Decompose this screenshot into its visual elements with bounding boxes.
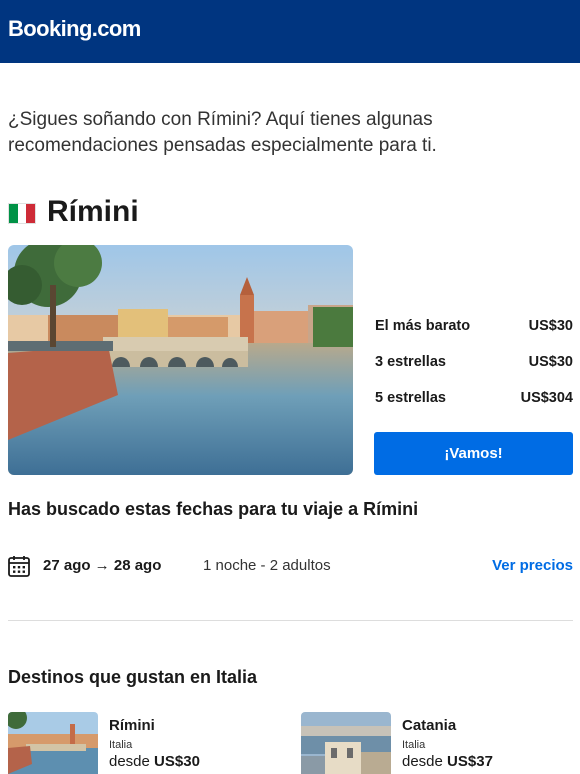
price-row-3-stars: 3 estrellas US$30 xyxy=(375,354,573,370)
date-range: 27 ago → 28 ago xyxy=(43,557,162,574)
price-label: 5 estrellas xyxy=(375,390,446,406)
price-value: US$30 xyxy=(154,753,200,770)
price-value: US$30 xyxy=(528,318,573,334)
from-label: desde xyxy=(402,753,443,770)
destination-card-catania[interactable]: Catania Italia desde US$37 xyxy=(301,712,571,774)
price-value: US$37 xyxy=(447,753,493,770)
destination-price: desde US$30 xyxy=(109,753,200,770)
destination-name[interactable]: Catania xyxy=(402,717,456,734)
intro-text: ¿Sigues soñando con Rímini? Aquí tienes … xyxy=(8,109,437,156)
guests-summary: 1 noche - 2 adultos xyxy=(203,557,331,574)
popular-destinations-heading: Destinos que gustan en Italia xyxy=(8,667,258,687)
price-row-5-stars: 5 estrellas US$304 xyxy=(375,390,573,406)
destination-country: Italia xyxy=(402,739,426,751)
destination-hero-image[interactable] xyxy=(8,245,353,475)
destination-thumbnail[interactable] xyxy=(301,712,391,774)
price-value: US$30 xyxy=(528,354,573,370)
booking-logo[interactable]: Booking.com xyxy=(8,16,141,42)
destination-country: Italia xyxy=(109,739,133,751)
destination-thumbnail[interactable] xyxy=(8,712,98,774)
destination-card-rimini[interactable]: Rímini Italia desde US$30 xyxy=(8,712,278,774)
from-label: desde xyxy=(109,753,150,770)
destination-price: desde US$37 xyxy=(402,753,493,770)
calendar-icon xyxy=(8,556,30,577)
italy-flag-icon xyxy=(8,203,36,224)
destination-title: Rímini xyxy=(47,195,139,228)
price-label: 3 estrellas xyxy=(375,354,446,370)
see-prices-link[interactable]: Ver precios xyxy=(492,557,573,574)
price-label: El más barato xyxy=(375,318,471,334)
email-header: Booking.com xyxy=(0,0,580,63)
destination-name[interactable]: Rímini xyxy=(109,717,155,734)
search-dates-heading: Has buscado estas fechas para tu viaje a… xyxy=(8,499,419,519)
price-row-cheapest: El más barato US$30 xyxy=(375,318,573,334)
section-divider xyxy=(8,620,573,621)
price-value: US$304 xyxy=(520,390,573,406)
go-button[interactable]: ¡Vamos! xyxy=(374,432,573,475)
